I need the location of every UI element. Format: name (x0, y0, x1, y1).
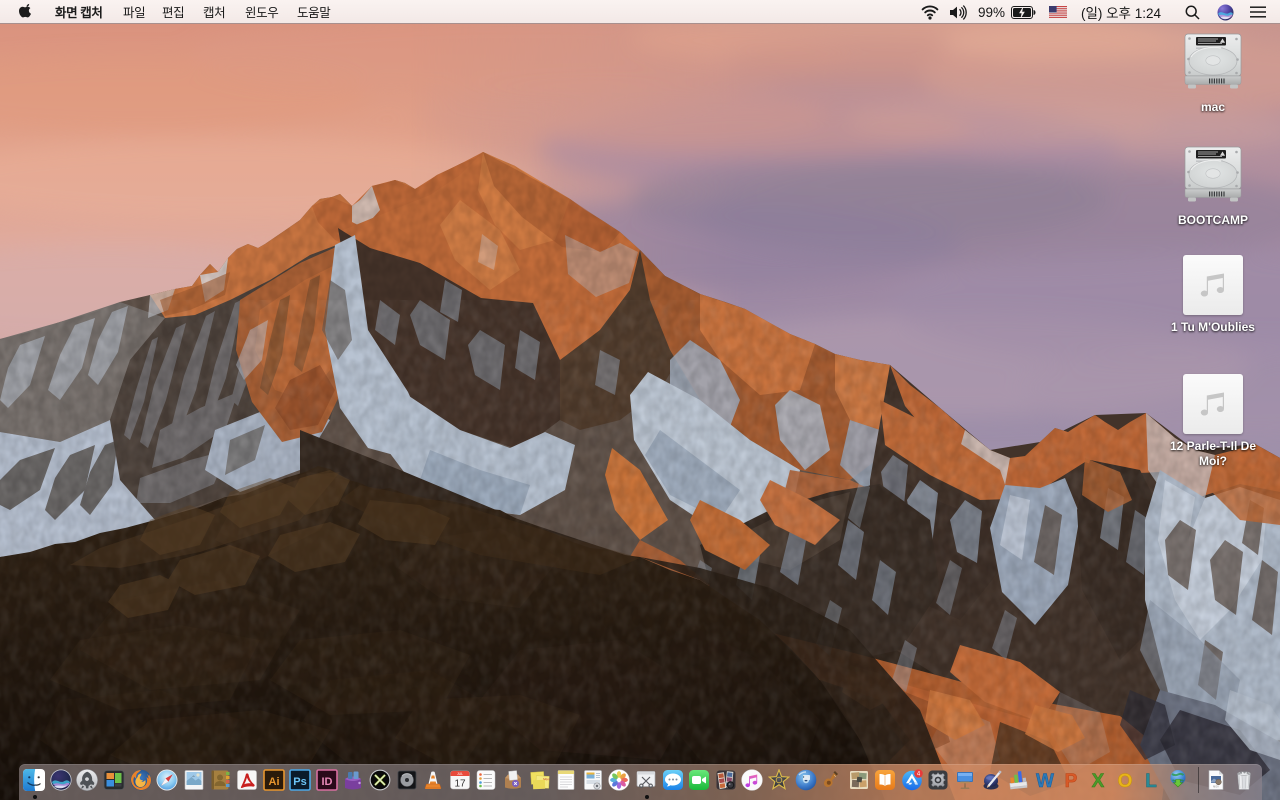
svg-text:Mem: Mem (543, 777, 550, 781)
svg-text:P: P (1065, 771, 1078, 791)
svg-text:Ps: Ps (294, 776, 307, 788)
svg-text:Ai: Ai (268, 776, 279, 788)
svg-text:ID: ID (321, 776, 332, 788)
svg-text:L: L (1145, 771, 1157, 791)
svg-text:X: X (1092, 771, 1105, 791)
svg-text:JUL: JUL (457, 772, 463, 776)
svg-text:17: 17 (454, 779, 466, 790)
svg-text:O: O (1117, 771, 1132, 791)
svg-text:MOV: MOV (1214, 786, 1220, 789)
svg-text:W: W (1036, 771, 1054, 791)
